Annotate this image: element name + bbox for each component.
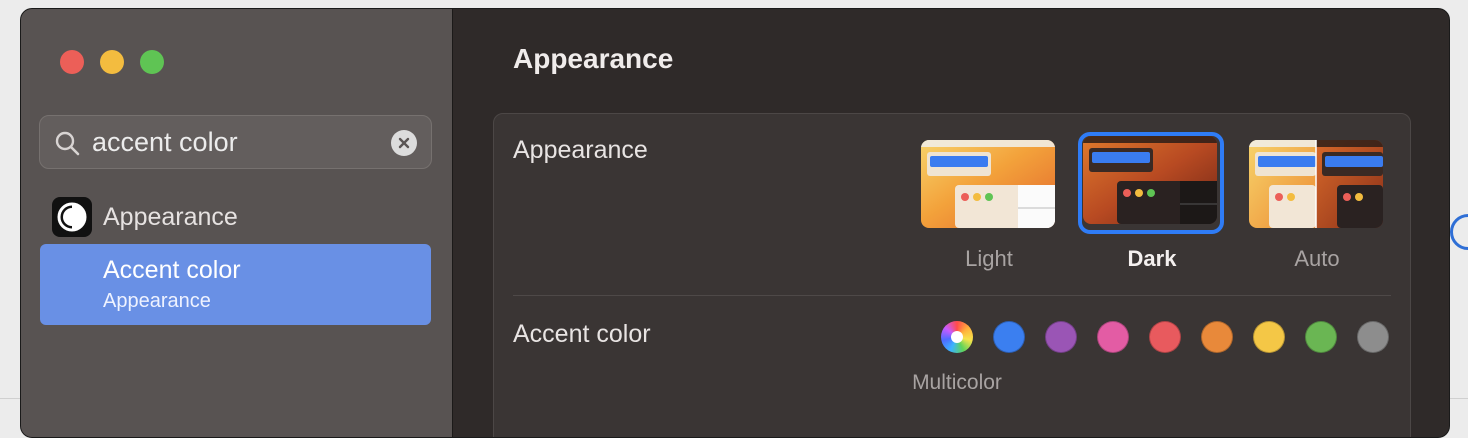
search-result-accent-color[interactable]: Accent color Appearance bbox=[40, 244, 431, 325]
search-input[interactable] bbox=[92, 125, 372, 159]
zoom-button[interactable] bbox=[140, 50, 164, 74]
appearance-row-label: Appearance bbox=[513, 136, 648, 164]
minimize-button[interactable] bbox=[100, 50, 124, 74]
search-result-appearance[interactable]: Appearance bbox=[52, 197, 432, 237]
close-button[interactable] bbox=[60, 50, 84, 74]
accent-swatch-graphite[interactable] bbox=[1357, 321, 1389, 353]
sidebar: Appearance Accent color Appearance bbox=[21, 9, 453, 437]
main-content: Appearance Appearance Light Dark Auto Ac… bbox=[453, 9, 1449, 437]
accent-swatch-red[interactable] bbox=[1149, 321, 1181, 353]
accent-swatch-yellow[interactable] bbox=[1253, 321, 1285, 353]
settings-panel: Appearance Light Dark Auto Accent color … bbox=[493, 113, 1411, 437]
appearance-auto-option[interactable] bbox=[1249, 140, 1383, 228]
settings-window: Appearance Accent color Appearance Appea… bbox=[20, 8, 1450, 438]
search-result-label: Appearance bbox=[103, 203, 238, 231]
accent-swatch-green[interactable] bbox=[1305, 321, 1337, 353]
appearance-light-option[interactable] bbox=[921, 140, 1055, 228]
appearance-option-label: Dark bbox=[1127, 246, 1177, 271]
search-result-subtitle: Appearance bbox=[103, 290, 211, 312]
accent-swatch-orange[interactable] bbox=[1201, 321, 1233, 353]
search-icon bbox=[55, 131, 80, 156]
accent-color-selected-label: Multicolor bbox=[912, 371, 1002, 394]
appearance-icon bbox=[52, 197, 92, 237]
clear-search-icon[interactable] bbox=[391, 130, 417, 156]
accent-swatch-blue[interactable] bbox=[993, 321, 1025, 353]
search-field[interactable] bbox=[39, 115, 432, 169]
page-title: Appearance bbox=[513, 43, 674, 74]
appearance-dark-option[interactable] bbox=[1083, 136, 1217, 224]
accent-color-row-label: Accent color bbox=[513, 320, 651, 348]
accent-swatch-purple[interactable] bbox=[1045, 321, 1077, 353]
selected-indicator bbox=[951, 331, 963, 343]
appearance-option-label: Auto bbox=[1294, 246, 1340, 271]
appearance-option-label: Light bbox=[965, 246, 1013, 271]
background-ring bbox=[1450, 214, 1468, 250]
row-divider bbox=[513, 295, 1391, 296]
accent-swatch-pink[interactable] bbox=[1097, 321, 1129, 353]
accent-swatch-multicolor[interactable] bbox=[941, 321, 973, 353]
search-result-title: Accent color bbox=[103, 256, 241, 284]
